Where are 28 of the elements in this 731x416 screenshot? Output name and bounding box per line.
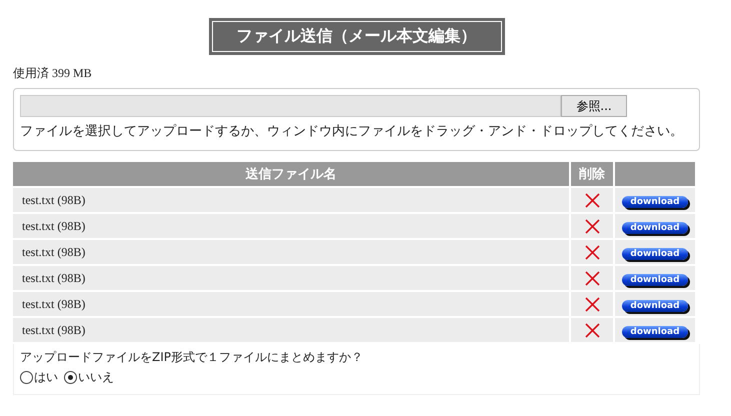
file-field[interactable]	[20, 95, 561, 117]
file-name-cell: test.txt (98B)	[13, 240, 569, 264]
download-button[interactable]: download	[622, 274, 688, 286]
file-name-cell: test.txt (98B)	[13, 266, 569, 290]
file-name-cell: test.txt (98B)	[13, 292, 569, 316]
radio-option[interactable]: はい	[20, 369, 58, 386]
file-name-cell: test.txt (98B)	[13, 214, 569, 238]
file-name-cell: test.txt (98B)	[13, 318, 569, 342]
column-header: 削除	[571, 162, 613, 186]
download-button[interactable]: download	[622, 300, 688, 312]
download-button[interactable]: download	[622, 196, 688, 208]
upload-hint: ファイルを選択してアップロードするか、ウィンドウ内にファイルをドラッグ・アンド・ドロップしてください。	[20, 123, 684, 141]
delete-icon[interactable]	[584, 296, 600, 312]
delete-icon[interactable]	[584, 270, 600, 286]
delete-icon[interactable]	[584, 218, 600, 234]
file-name-cell: test.txt (98B)	[13, 188, 569, 212]
delete-icon[interactable]	[584, 322, 600, 338]
download-button[interactable]: download	[622, 222, 688, 234]
radio-option[interactable]: いいえ	[64, 369, 114, 386]
zip-question: アップロードファイルをZIP形式で１ファイルにまとめますか？	[20, 349, 364, 366]
download-button[interactable]: download	[622, 326, 688, 338]
column-header: 送信ファイル名	[13, 162, 569, 186]
delete-icon[interactable]	[584, 192, 600, 208]
delete-icon[interactable]	[584, 244, 600, 260]
download-button[interactable]: download	[622, 248, 688, 260]
usage-text: 使用済 399 MB	[13, 65, 93, 82]
browse-button[interactable]: 参照...	[561, 95, 627, 117]
page-title: ファイル送信（メール本文編集）	[208, 18, 504, 55]
